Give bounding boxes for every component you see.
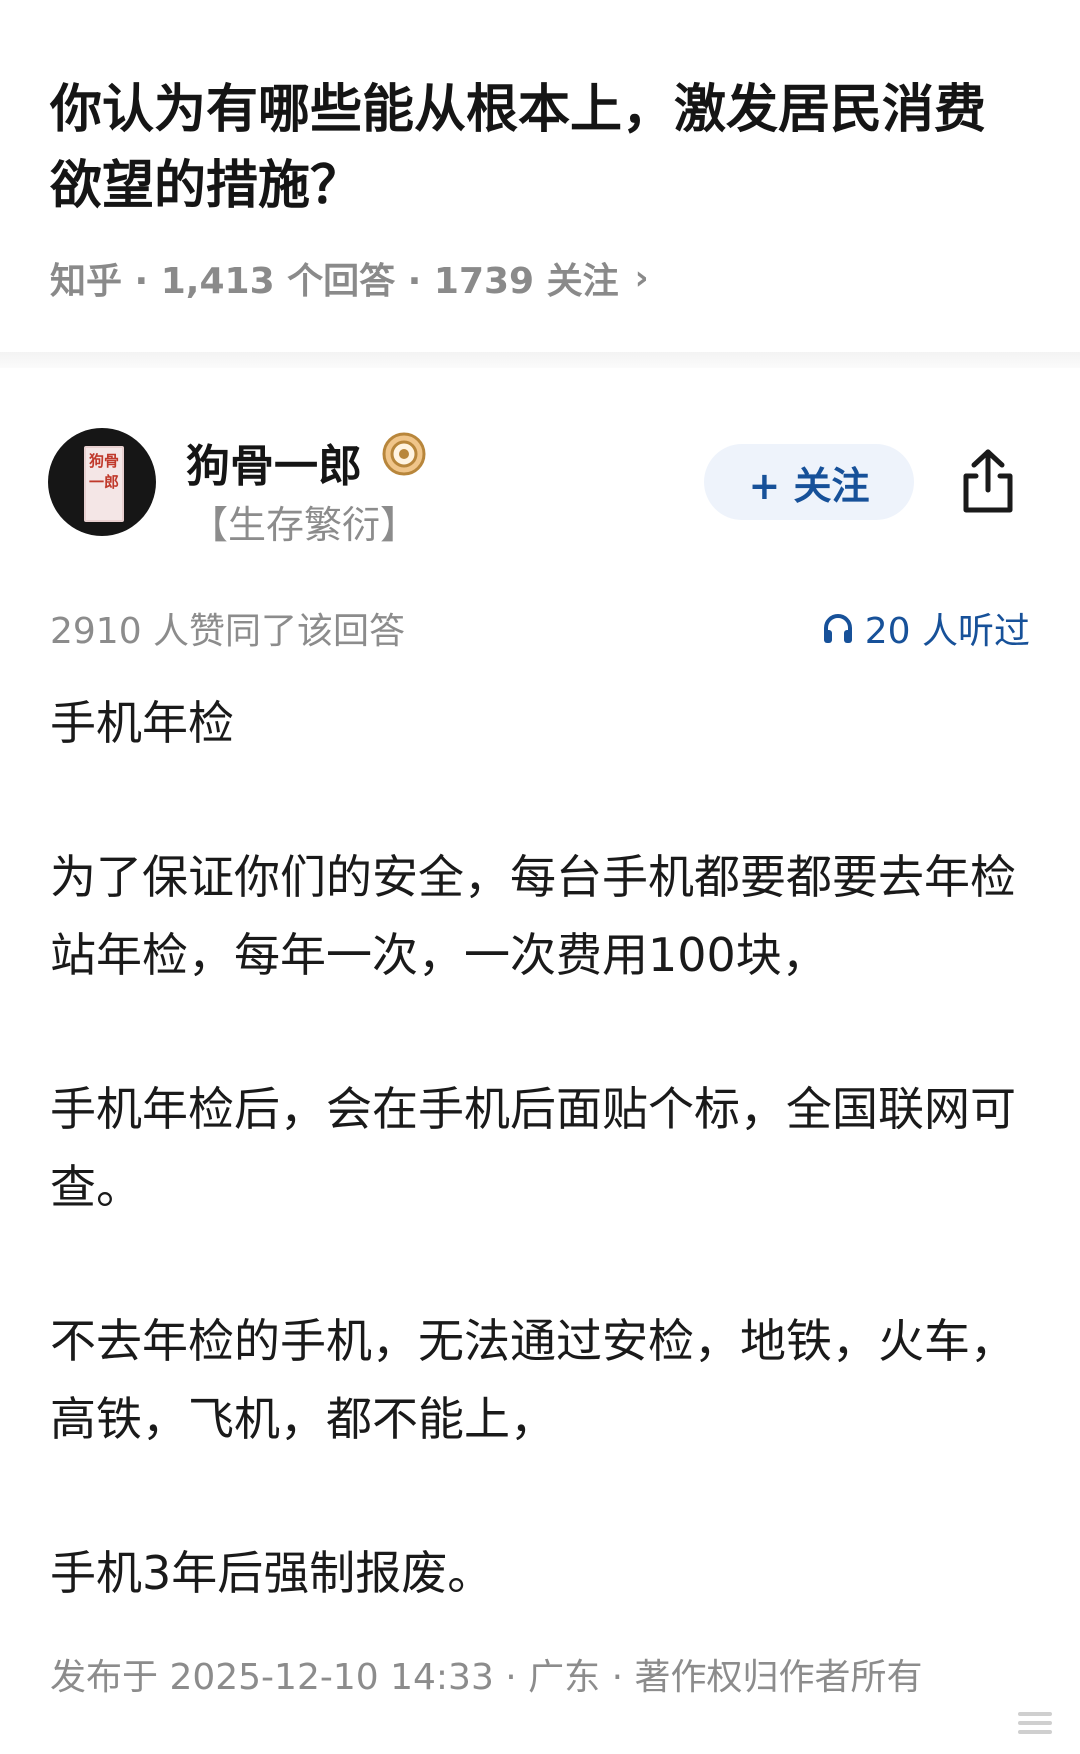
answer-paragraph: 手机年检后，会在手机后面贴个标，全国联网可查。 [50, 1082, 1016, 1214]
follow-button[interactable]: + 关注 [704, 444, 914, 520]
author-tag: 【生存繁衍】 [190, 503, 419, 547]
avatar[interactable]: 狗骨一郎 [48, 428, 156, 536]
menu-line [1018, 1712, 1052, 1716]
publish-info: 发布于 2025-12-10 14:33 · 广东 · 著作权归作者所有 [50, 1657, 923, 1698]
question-header: 你认为有哪些能从根本上，激发居民消费欲望的措施？ 知乎 · 1,413 个回答 … [0, 0, 1080, 352]
listened-text: 20 人听过 [864, 611, 1030, 652]
question-meta[interactable]: 知乎 · 1,413 个回答 · 1739 关注 › [50, 252, 649, 304]
section-divider [0, 352, 1080, 368]
likes-count: 2910 人赞同了该回答 [50, 611, 406, 652]
answer-paragraph: 不去年检的手机，无法通过安检，地铁，火车，高铁，飞机，都不能上， [50, 1314, 1016, 1446]
headphones-icon [823, 614, 852, 643]
menu-line [1018, 1721, 1052, 1725]
question-title[interactable]: 你认为有哪些能从根本上，激发居民消费欲望的措施？ [50, 72, 1030, 224]
menu-icon[interactable] [1018, 1712, 1052, 1734]
answer-paragraph: 为了保证你们的安全，每台手机都要都要去年检站年检，每年一次，一次费用100块， [50, 850, 1016, 982]
menu-line [1018, 1730, 1052, 1734]
answer-content: 手机年检 为了保证你们的安全，每台手机都要都要去年检站年检，每年一次，一次费用1… [50, 684, 1030, 1688]
listened-count[interactable]: 20 人听过 [821, 602, 1030, 654]
share-icon[interactable] [958, 446, 1018, 516]
badge-icon [382, 432, 426, 476]
answer-paragraph: 手机年检 [50, 696, 234, 750]
question-meta-text: 知乎 · 1,413 个回答 · 1739 关注 [50, 261, 619, 302]
chevron-right-icon: › [634, 258, 649, 298]
answer-paragraph: 手机3年后强制报废。 [50, 1546, 494, 1600]
author-name[interactable]: 狗骨一郎 [186, 430, 362, 494]
avatar-text: 狗骨一郎 [88, 452, 119, 491]
avatar-card: 狗骨一郎 [84, 446, 124, 522]
